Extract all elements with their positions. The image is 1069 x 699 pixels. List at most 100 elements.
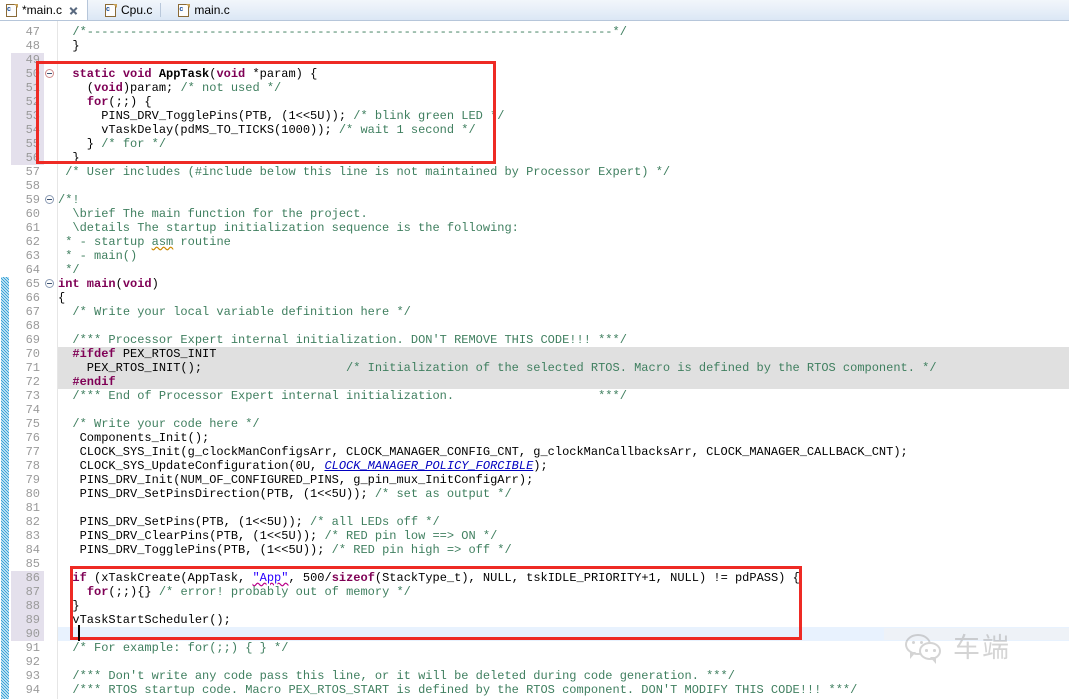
code-line[interactable]: PINS_DRV_SetPinsDirection(PTB, (1<<5U));… <box>58 487 512 501</box>
code-line[interactable]: PEX_RTOS_INIT(); /* Initialization of th… <box>58 361 937 375</box>
tab-label: Cpu.c <box>121 4 152 17</box>
code-line[interactable]: /* Write your code here */ <box>58 417 260 431</box>
line-number: 80 <box>11 487 40 501</box>
line-number: 64 <box>11 263 40 277</box>
code-line[interactable]: } <box>58 39 80 53</box>
line-number: 52 <box>11 95 40 109</box>
c-file-icon: c <box>105 4 117 17</box>
code-line[interactable]: } /* for */ <box>58 137 166 151</box>
code-line[interactable]: /*! <box>58 193 80 207</box>
tab-divider <box>160 3 161 17</box>
line-number: 61 <box>11 221 40 235</box>
code-line[interactable]: CLOCK_SYS_Init(g_clockManConfigsArr, CLO… <box>58 445 908 459</box>
code-line[interactable]: static void AppTask(void *param) { <box>58 67 317 81</box>
line-number: 84 <box>11 543 40 557</box>
line-number: 82 <box>11 515 40 529</box>
code-line[interactable]: * - main() <box>58 249 137 263</box>
code-line[interactable]: /*** Don't write any code pass this line… <box>58 669 735 683</box>
line-number: 47 <box>11 25 40 39</box>
code-line[interactable]: if (xTaskCreate(AppTask, "App", 500/size… <box>58 571 800 585</box>
code-line[interactable]: #endif <box>58 375 116 389</box>
code-line[interactable]: vTaskStartScheduler(); <box>58 613 231 627</box>
code-line[interactable]: /* For example: for(;;) { } */ <box>58 641 288 655</box>
line-number: 81 <box>11 501 40 515</box>
code-line[interactable]: for(;;) { <box>58 95 152 109</box>
code-line[interactable]: * - startup asm routine <box>58 235 231 249</box>
code-line[interactable]: { <box>58 291 65 305</box>
line-number: 57 <box>11 165 40 179</box>
fold-collapse-icon[interactable] <box>45 279 54 288</box>
line-number: 67 <box>11 305 40 319</box>
line-number: 58 <box>11 179 40 193</box>
code-line[interactable]: /*--------------------------------------… <box>58 25 627 39</box>
change-bar-gutter <box>0 21 9 699</box>
code-line[interactable]: for(;;){} /* error! probably out of memo… <box>58 585 411 599</box>
folding-gutter[interactable] <box>44 21 58 699</box>
tab-label: main.c <box>194 4 229 17</box>
line-number: 72 <box>11 375 40 389</box>
line-number: 63 <box>11 249 40 263</box>
code-surface[interactable]: /*--------------------------------------… <box>58 21 1069 699</box>
line-number: 78 <box>11 459 40 473</box>
line-number: 66 <box>11 291 40 305</box>
close-icon[interactable] <box>68 5 79 16</box>
code-line[interactable]: } <box>58 151 80 165</box>
line-number: 76 <box>11 431 40 445</box>
line-number: 85 <box>11 557 40 571</box>
code-line[interactable]: PINS_DRV_Init(NUM_OF_CONFIGURED_PINS, g_… <box>58 473 533 487</box>
line-number: 68 <box>11 319 40 333</box>
line-number: 50 <box>11 67 40 81</box>
line-number: 69 <box>11 333 40 347</box>
line-number: 75 <box>11 417 40 431</box>
code-line[interactable]: /*** RTOS startup code. Macro PEX_RTOS_S… <box>58 683 857 697</box>
tab-label: *main.c <box>22 4 62 17</box>
line-number: 92 <box>11 655 40 669</box>
fold-collapse-icon[interactable] <box>45 69 54 78</box>
code-line[interactable]: /*** End of Processor Expert internal in… <box>58 389 627 403</box>
tab-main-c-modified[interactable]: c *main.c <box>0 0 88 20</box>
tab-cpu-c[interactable]: c Cpu.c <box>100 0 160 20</box>
code-line[interactable]: */ <box>58 263 80 277</box>
watermark-text: 车端 <box>953 634 1011 664</box>
code-line[interactable]: CLOCK_SYS_UpdateConfiguration(0U, CLOCK_… <box>58 459 548 473</box>
code-line[interactable]: PINS_DRV_SetPins(PTB, (1<<5U)); /* all L… <box>58 515 440 529</box>
change-bar-segment <box>1 277 9 699</box>
line-number: 91 <box>11 641 40 655</box>
code-line[interactable]: int main(void) <box>58 277 159 291</box>
line-number: 86 <box>11 571 40 585</box>
wechat-watermark: 车端 <box>905 634 1011 664</box>
eclipse-editor-window: c *main.c c Cpu.c c main.c 4748495051525… <box>0 0 1069 699</box>
line-number: 53 <box>11 109 40 123</box>
editor-tab-bar: c *main.c c Cpu.c c main.c <box>0 0 1069 21</box>
line-number: 60 <box>11 207 40 221</box>
line-number: 90 <box>11 627 40 641</box>
code-line[interactable]: Components_Init(); <box>58 431 209 445</box>
line-number: 55 <box>11 137 40 151</box>
code-line[interactable]: \brief The main function for the project… <box>58 207 368 221</box>
code-line[interactable]: vTaskDelay(pdMS_TO_TICKS(1000)); /* wait… <box>58 123 476 137</box>
fold-collapse-icon[interactable] <box>45 195 54 204</box>
code-line[interactable]: (void)param; /* not used */ <box>58 81 281 95</box>
code-line[interactable]: /* User includes (#include below this li… <box>58 165 670 179</box>
code-line[interactable]: PINS_DRV_TogglePins(PTB, (1<<5U)); /* RE… <box>58 543 512 557</box>
line-number: 73 <box>11 389 40 403</box>
line-number: 62 <box>11 235 40 249</box>
code-line[interactable]: #ifdef PEX_RTOS_INIT <box>58 347 216 361</box>
code-line[interactable]: PINS_DRV_ClearPins(PTB, (1<<5U)); /* RED… <box>58 529 497 543</box>
line-number: 54 <box>11 123 40 137</box>
code-line[interactable]: /* Write your local variable definition … <box>58 305 411 319</box>
line-number: 71 <box>11 361 40 375</box>
line-number: 94 <box>11 683 40 697</box>
text-caret <box>78 625 80 641</box>
code-line[interactable]: \details The startup initialization sequ… <box>58 221 519 235</box>
line-number: 79 <box>11 473 40 487</box>
line-number: 51 <box>11 81 40 95</box>
c-file-icon: c <box>6 4 18 17</box>
tab-main-c[interactable]: c main.c <box>173 0 237 20</box>
code-line[interactable]: PINS_DRV_TogglePins(PTB, (1<<5U)); /* bl… <box>58 109 504 123</box>
code-line[interactable]: /*** Processor Expert internal initializ… <box>58 333 627 347</box>
line-number: 70 <box>11 347 40 361</box>
code-line[interactable]: } <box>58 599 80 613</box>
c-file-icon: c <box>178 4 190 17</box>
code-editor[interactable]: 4748495051525354555657585960616263646566… <box>0 21 1069 699</box>
